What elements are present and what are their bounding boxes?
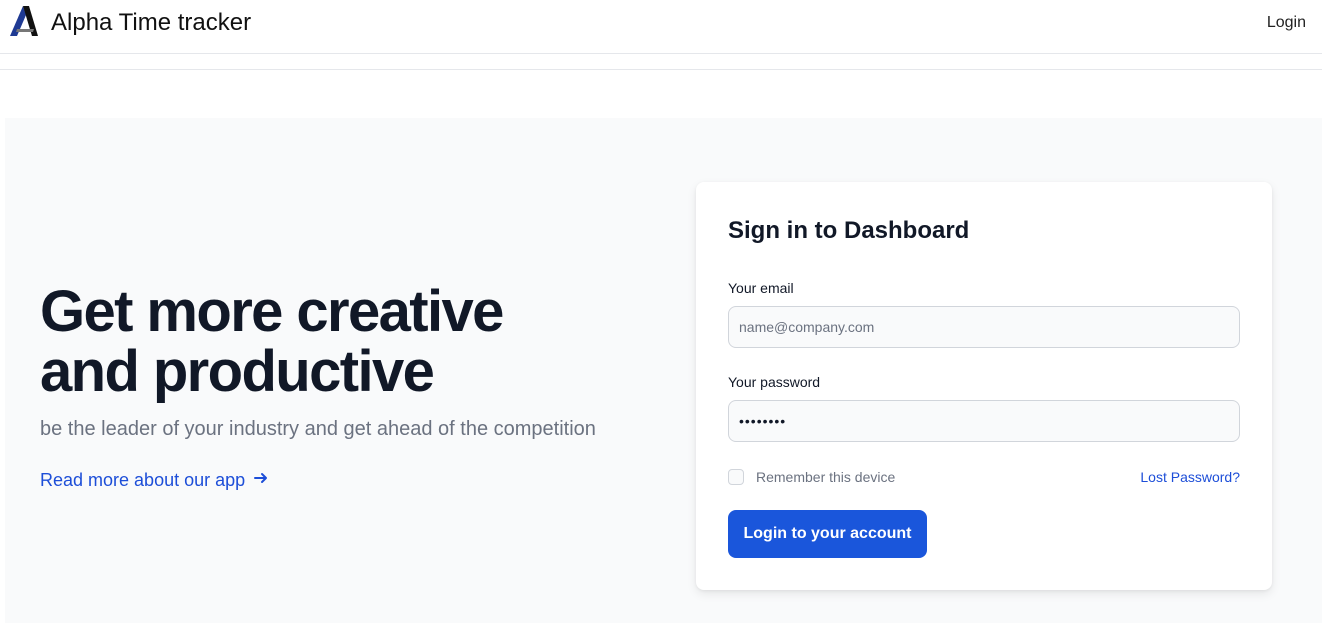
alpha-logo-icon bbox=[8, 4, 40, 38]
signin-title: Sign in to Dashboard bbox=[728, 217, 970, 244]
remember-checkbox[interactable] bbox=[728, 469, 744, 485]
read-more-link[interactable]: Read more about our app bbox=[40, 468, 269, 492]
hero-subheadline: be the leader of your industry and get a… bbox=[40, 418, 596, 440]
brand[interactable] bbox=[8, 4, 40, 38]
email-label: Your email bbox=[728, 280, 794, 296]
arrow-right-icon bbox=[253, 468, 269, 492]
read-more-label: Read more about our app bbox=[40, 470, 246, 490]
remember-device: Remember this device bbox=[728, 468, 895, 486]
top-navbar: Alpha Time tracker Login bbox=[0, 0, 1322, 54]
header-divider bbox=[0, 69, 1322, 70]
hero-headline: Get more creative and productive bbox=[40, 282, 660, 402]
remember-label[interactable]: Remember this device bbox=[756, 468, 895, 486]
login-submit-button[interactable]: Login to your account bbox=[728, 510, 927, 558]
password-field[interactable] bbox=[728, 400, 1240, 442]
lost-password-link[interactable]: Lost Password? bbox=[1140, 468, 1240, 486]
hero-headline-line-1: Get more creative bbox=[40, 279, 504, 344]
hero-section: Get more creative and productive be the … bbox=[5, 118, 1322, 623]
hero-headline-line-2: and productive bbox=[40, 339, 435, 404]
signin-card: Sign in to Dashboard Your email Your pas… bbox=[696, 182, 1272, 590]
nav-login-link[interactable]: Login bbox=[1267, 13, 1306, 33]
email-field[interactable] bbox=[728, 306, 1240, 348]
password-label: Your password bbox=[728, 374, 821, 390]
brand-name[interactable]: Alpha Time tracker bbox=[51, 8, 251, 38]
